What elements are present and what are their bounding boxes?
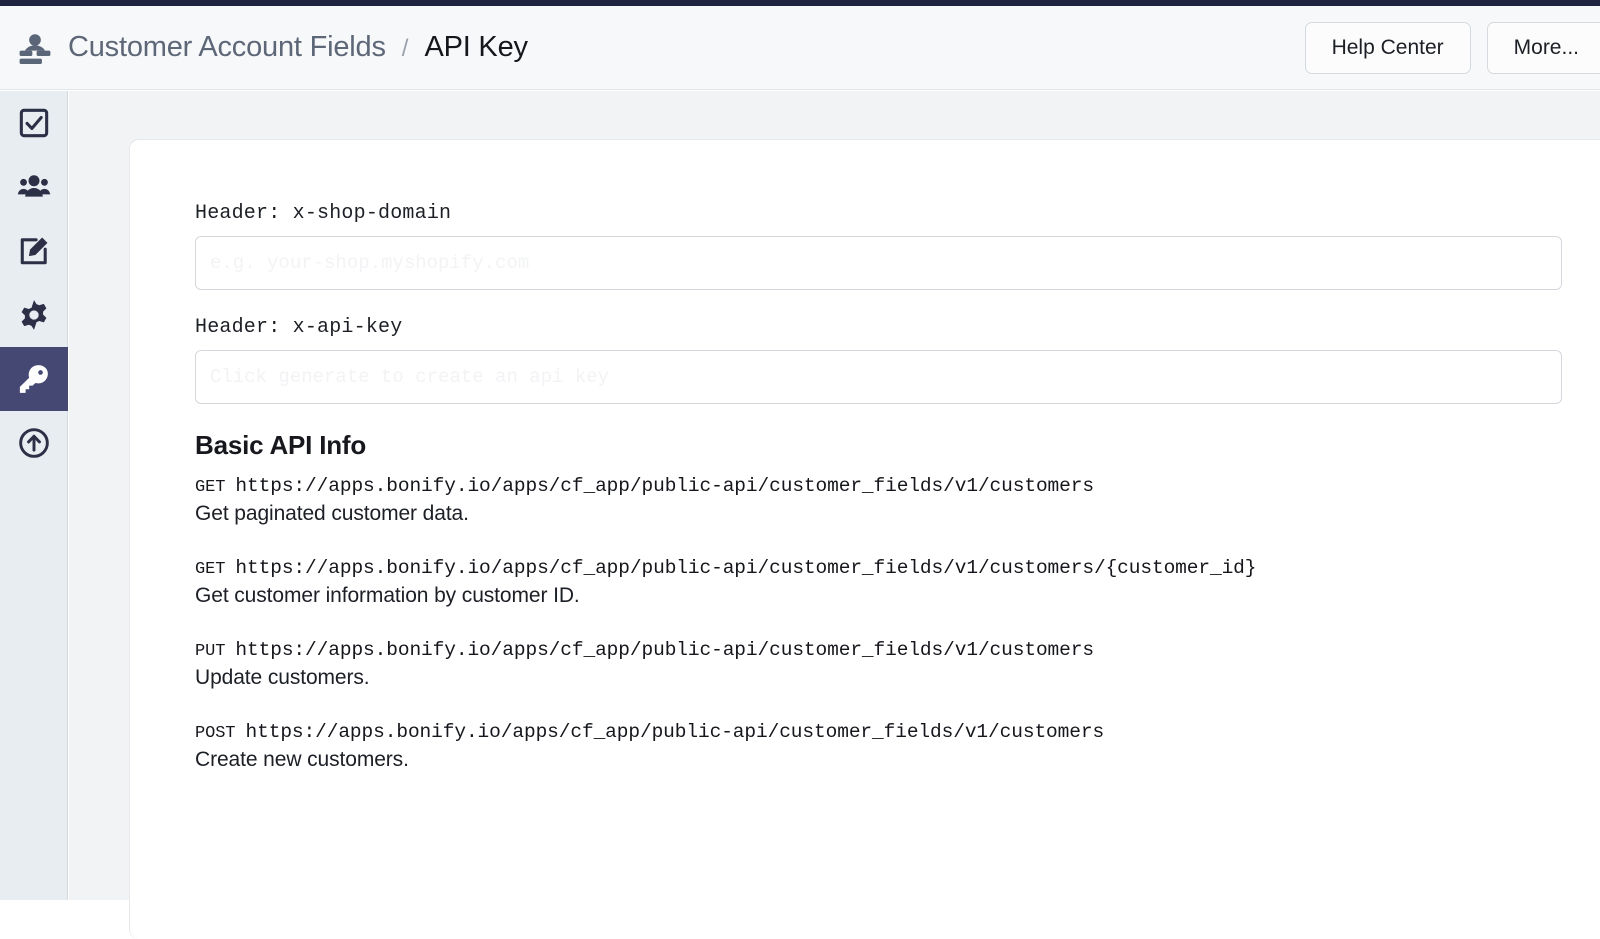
- endpoint-url: https://apps.bonify.io/apps/cf_app/publi…: [245, 721, 1105, 743]
- endpoint-method: POST: [195, 724, 246, 743]
- endpoint-description: Get paginated customer data.: [195, 502, 469, 525]
- people-icon: [17, 171, 51, 203]
- endpoint-url: https://apps.bonify.io/apps/cf_app/publi…: [235, 557, 1257, 579]
- page-title: API Key: [424, 31, 528, 63]
- api-key-card: Header: x-shop-domain Header: x-api-key …: [129, 139, 1600, 939]
- edit-icon: [18, 235, 50, 267]
- endpoint-item: PUT https://apps.bonify.io/apps/cf_app/p…: [195, 639, 1600, 690]
- api-key-field-block: Header: x-api-key: [195, 316, 1600, 404]
- endpoint-method: GET: [195, 478, 236, 497]
- help-center-button[interactable]: Help Center: [1304, 21, 1471, 74]
- sidebar: [0, 91, 68, 900]
- key-icon: [18, 363, 50, 395]
- api-key-input[interactable]: [195, 350, 1562, 404]
- breadcrumb: Customer Account Fields / API Key: [68, 31, 528, 64]
- api-key-label: Header: x-api-key: [195, 316, 403, 339]
- endpoint-description: Create new customers.: [195, 748, 409, 771]
- sidebar-item-customers[interactable]: [0, 155, 68, 219]
- app-header: Customer Account Fields / API Key Help C…: [0, 6, 1600, 90]
- header-left: Customer Account Fields / API Key: [0, 31, 1305, 65]
- sidebar-item-forms[interactable]: [0, 219, 68, 283]
- breadcrumb-separator: /: [401, 35, 409, 62]
- upload-icon: [18, 427, 50, 459]
- endpoint-item: GET https://apps.bonify.io/apps/cf_app/p…: [195, 475, 1600, 526]
- header-actions: Help Center More...: [1304, 6, 1600, 89]
- endpoint-url: https://apps.bonify.io/apps/cf_app/publi…: [235, 639, 1094, 661]
- endpoint-line: GET https://apps.bonify.io/apps/cf_app/p…: [195, 557, 1600, 579]
- content-area: Header: x-shop-domain Header: x-api-key …: [69, 91, 1600, 939]
- endpoint-item: GET https://apps.bonify.io/apps/cf_app/p…: [195, 557, 1600, 608]
- endpoint-line: POST https://apps.bonify.io/apps/cf_app/…: [195, 721, 1600, 743]
- endpoint-method: PUT: [195, 642, 236, 661]
- endpoint-line: PUT https://apps.bonify.io/apps/cf_app/p…: [195, 639, 1600, 661]
- shop-domain-label: Header: x-shop-domain: [195, 202, 452, 225]
- sidebar-item-api-key[interactable]: [0, 347, 68, 411]
- basic-api-info-title: Basic API Info: [195, 430, 367, 460]
- sidebar-item-import[interactable]: [0, 411, 68, 475]
- shop-domain-field-block: Header: x-shop-domain: [195, 202, 1600, 290]
- endpoint-item: POST https://apps.bonify.io/apps/cf_app/…: [195, 721, 1600, 772]
- card-body: Header: x-shop-domain Header: x-api-key …: [130, 140, 1600, 772]
- sidebar-item-fields[interactable]: [0, 91, 68, 155]
- endpoint-url: https://apps.bonify.io/apps/cf_app/publi…: [235, 475, 1094, 497]
- checkbox-icon: [18, 107, 50, 139]
- customer-account-icon: [18, 31, 52, 65]
- gear-icon: [18, 299, 50, 331]
- breadcrumb-app-name[interactable]: Customer Account Fields: [68, 31, 386, 64]
- sidebar-item-settings[interactable]: [0, 283, 68, 347]
- endpoint-description: Get customer information by customer ID.: [195, 584, 580, 607]
- endpoint-description: Update customers.: [195, 666, 370, 689]
- shop-domain-input[interactable]: [195, 236, 1562, 290]
- endpoint-line: GET https://apps.bonify.io/apps/cf_app/p…: [195, 475, 1600, 497]
- endpoint-method: GET: [195, 560, 236, 579]
- more-button[interactable]: More...: [1486, 21, 1600, 74]
